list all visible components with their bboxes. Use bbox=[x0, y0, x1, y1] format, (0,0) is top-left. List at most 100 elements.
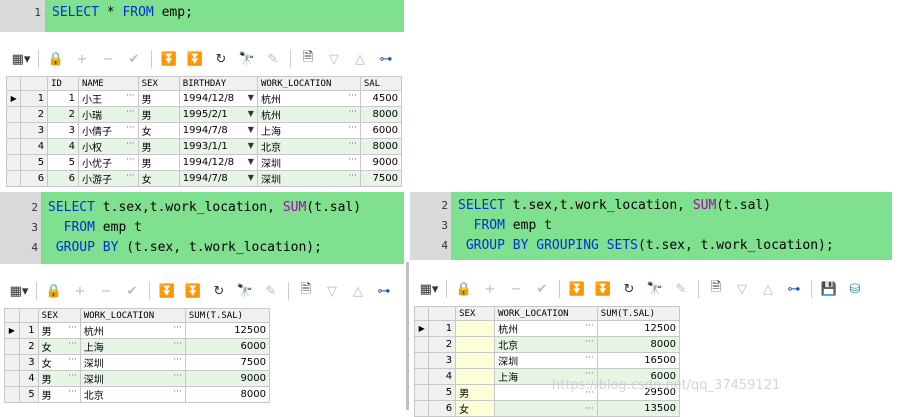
table-cell[interactable]: 女 ··· bbox=[37, 354, 81, 371]
find-binoculars-icon[interactable]: 🔭 bbox=[646, 280, 664, 298]
table-cell[interactable]: 男 bbox=[137, 90, 180, 107]
date-dropdown-icon[interactable]: ▼ bbox=[248, 173, 254, 182]
table-cell[interactable]: 8000 bbox=[359, 138, 403, 155]
ellipsis-button[interactable]: ··· bbox=[173, 340, 182, 350]
table-cell[interactable]: 9000 bbox=[184, 370, 271, 387]
sort-asc-icon[interactable]: △ bbox=[759, 280, 777, 298]
table-cell[interactable]: 杭州 ··· bbox=[79, 322, 186, 339]
table-row[interactable]: ▶ 1 1 小王 ··· 男 1994/12/8 ▼ 杭州 ··· 4500 bbox=[5, 90, 403, 107]
table-cell[interactable]: 1994/7/8 ▼ bbox=[178, 170, 258, 187]
clear-eraser-icon[interactable]: ✎ bbox=[264, 50, 282, 68]
lock-icon[interactable]: 🔒 bbox=[455, 280, 473, 298]
table-cell[interactable]: 男 ··· bbox=[37, 386, 81, 403]
table-cell[interactable]: 1994/12/8 ▼ bbox=[178, 154, 258, 171]
find-binoculars-icon[interactable]: 🔭 bbox=[238, 50, 256, 68]
table-cell[interactable]: 1993/1/1 ▼ bbox=[178, 138, 258, 155]
fetch-all-icon[interactable]: ⏬ bbox=[186, 50, 204, 68]
table-cell[interactable]: 女 bbox=[137, 170, 180, 187]
ellipsis-button[interactable]: ··· bbox=[126, 108, 135, 118]
grid-view-icon[interactable]: ▦▾ bbox=[10, 282, 29, 300]
column-header[interactable]: BIRTHDAY bbox=[178, 76, 258, 91]
date-dropdown-icon[interactable]: ▼ bbox=[248, 109, 254, 118]
export-icon[interactable]: 🗎 bbox=[299, 50, 317, 68]
table-cell[interactable]: 北京 ··· bbox=[79, 386, 186, 403]
database-icon[interactable]: ⛁ bbox=[846, 280, 864, 298]
ellipsis-button[interactable]: ··· bbox=[173, 324, 182, 334]
delete-row-icon[interactable]: − bbox=[97, 282, 115, 300]
table-cell[interactable]: 1995/2/1 ▼ bbox=[178, 106, 258, 123]
ellipsis-button[interactable]: ··· bbox=[68, 356, 77, 366]
delete-row-icon[interactable]: − bbox=[507, 280, 525, 298]
table-cell[interactable]: 6 bbox=[47, 170, 79, 187]
grid-view-icon[interactable]: ▦▾ bbox=[420, 280, 439, 298]
table-cell[interactable]: 北京 ··· bbox=[256, 138, 361, 155]
delete-row-icon[interactable]: − bbox=[99, 50, 117, 68]
table-row[interactable]: ▶ 1 男 ··· 杭州 ··· 12500 bbox=[4, 322, 271, 339]
sort-asc-icon[interactable]: △ bbox=[349, 282, 367, 300]
table-cell[interactable]: 4500 bbox=[359, 90, 403, 107]
ellipsis-button[interactable]: ··· bbox=[126, 156, 135, 166]
fetch-next-icon[interactable]: ⏬ bbox=[568, 280, 586, 298]
commit-check-icon[interactable]: ✔ bbox=[123, 282, 141, 300]
table-row[interactable]: 5 5 小优子 ··· 男 1994/12/8 ▼ 深圳 ··· 9000 bbox=[5, 154, 403, 171]
table-cell[interactable]: 1994/7/8 ▼ bbox=[178, 122, 258, 139]
table-cell[interactable]: 深圳 ··· bbox=[256, 170, 361, 187]
table-cell[interactable]: 北京 ··· bbox=[494, 336, 598, 353]
add-row-icon[interactable]: + bbox=[481, 280, 499, 298]
table-cell[interactable]: 杭州 ··· bbox=[256, 90, 361, 107]
table-cell[interactable]: 男 ··· bbox=[37, 370, 81, 387]
column-header[interactable]: SUM(T.SAL) bbox=[596, 306, 681, 321]
table-row[interactable]: 3 3 小倩子 ··· 女 1994/7/8 ▼ 上海 ··· 6000 bbox=[5, 122, 403, 139]
table-cell[interactable]: 小瑞 ··· bbox=[77, 106, 139, 123]
table-cell[interactable]: 7500 bbox=[359, 170, 403, 187]
ellipsis-button[interactable]: ··· bbox=[348, 140, 357, 150]
fetch-next-icon[interactable]: ⏬ bbox=[158, 282, 176, 300]
column-header[interactable]: SAL bbox=[359, 76, 403, 91]
table-cell[interactable]: 上海 ··· bbox=[256, 122, 361, 139]
table-cell[interactable]: 深圳 ··· bbox=[79, 370, 186, 387]
ellipsis-button[interactable]: ··· bbox=[348, 92, 357, 102]
ellipsis-button[interactable]: ··· bbox=[126, 92, 135, 102]
table-cell[interactable]: 男 bbox=[455, 384, 496, 401]
table-cell[interactable]: 小游子 ··· bbox=[77, 170, 139, 187]
ellipsis-button[interactable]: ··· bbox=[126, 172, 135, 182]
table-cell[interactable]: 13500 bbox=[596, 400, 681, 417]
sql-code-line[interactable]: SELECT * FROM emp; bbox=[52, 4, 193, 22]
table-cell[interactable]: 男 ··· bbox=[37, 322, 81, 339]
fetch-all-icon[interactable]: ⏬ bbox=[594, 280, 612, 298]
commit-check-icon[interactable]: ✔ bbox=[125, 50, 143, 68]
ellipsis-button[interactable]: ··· bbox=[348, 124, 357, 134]
connect-icon[interactable]: ⊶ bbox=[375, 282, 393, 300]
column-header[interactable]: WORK_LOCATION bbox=[79, 308, 186, 323]
table-row[interactable]: 4 4 小权 ··· 男 1993/1/1 ▼ 北京 ··· 8000 bbox=[5, 138, 403, 155]
sort-desc-icon[interactable]: ▽ bbox=[323, 282, 341, 300]
date-dropdown-icon[interactable]: ▼ bbox=[248, 125, 254, 134]
date-dropdown-icon[interactable]: ▼ bbox=[248, 141, 254, 150]
table-cell[interactable]: 8000 bbox=[184, 386, 271, 403]
table-cell[interactable]: 12500 bbox=[596, 320, 681, 337]
refresh-icon[interactable]: ↻ bbox=[210, 282, 228, 300]
table-cell[interactable]: 3 bbox=[47, 122, 79, 139]
table-cell[interactable]: 小权 ··· bbox=[77, 138, 139, 155]
add-row-icon[interactable]: + bbox=[73, 50, 91, 68]
table-cell[interactable]: 小优子 ··· bbox=[77, 154, 139, 171]
table-cell[interactable]: 女 bbox=[137, 122, 180, 139]
table-row[interactable]: 2 2 小瑞 ··· 男 1995/2/1 ▼ 杭州 ··· 8000 bbox=[5, 106, 403, 123]
table-cell[interactable]: 5 bbox=[47, 154, 79, 171]
ellipsis-button[interactable]: ··· bbox=[585, 338, 594, 348]
table-cell[interactable]: 6000 bbox=[359, 122, 403, 139]
table-cell[interactable]: 女 bbox=[455, 400, 496, 417]
lock-icon[interactable]: 🔒 bbox=[45, 282, 63, 300]
ellipsis-button[interactable]: ··· bbox=[585, 354, 594, 364]
table-cell[interactable]: 8000 bbox=[596, 336, 681, 353]
find-binoculars-icon[interactable]: 🔭 bbox=[236, 282, 254, 300]
connect-icon[interactable]: ⊶ bbox=[785, 280, 803, 298]
date-dropdown-icon[interactable]: ▼ bbox=[248, 93, 254, 102]
table-cell[interactable]: 男 bbox=[137, 154, 180, 171]
table-cell[interactable]: 男 bbox=[137, 106, 180, 123]
sort-asc-icon[interactable]: △ bbox=[351, 50, 369, 68]
table-row[interactable]: 2 女 ··· 上海 ··· 6000 bbox=[4, 338, 271, 355]
table-cell[interactable]: 12500 bbox=[184, 322, 271, 339]
column-header[interactable]: SEX bbox=[455, 306, 496, 321]
clear-eraser-icon[interactable]: ✎ bbox=[262, 282, 280, 300]
